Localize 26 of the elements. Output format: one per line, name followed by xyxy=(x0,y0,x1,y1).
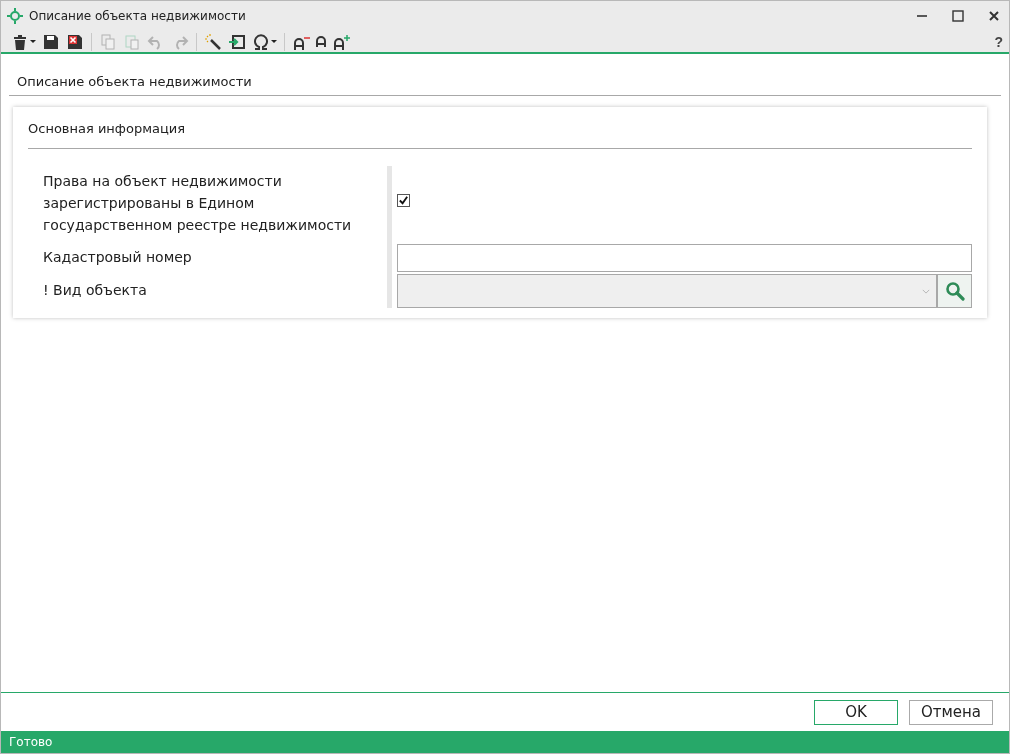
omega-icon xyxy=(252,32,270,51)
maximize-icon xyxy=(952,10,964,22)
paste-icon xyxy=(123,32,141,51)
search-icon xyxy=(944,281,965,301)
crosshair-logo-icon xyxy=(7,8,23,24)
checkbox[interactable] xyxy=(397,193,410,207)
magic-wand-icon xyxy=(204,32,222,51)
window-title: Описание объекта недвижимости xyxy=(29,9,246,23)
chevron-down-icon xyxy=(922,288,930,294)
minimize-icon xyxy=(916,15,928,17)
letter-icon xyxy=(316,35,326,48)
field-label: Кадастровый номер xyxy=(28,242,392,274)
trash-icon xyxy=(11,32,29,51)
field-label: ! Вид объекта xyxy=(28,274,392,308)
ok-button[interactable]: OK xyxy=(814,699,898,725)
floppy-disk-cross-icon xyxy=(66,32,84,51)
search-button[interactable] xyxy=(937,274,972,308)
field-label: Права на объект недвижимости зарегистрированы в Едином государственном реестре недвижимости xyxy=(28,166,392,242)
text-field[interactable] xyxy=(397,244,972,272)
status-bar: Готово xyxy=(1,731,1009,753)
cancel-button[interactable]: Отмена xyxy=(909,699,993,725)
close-icon xyxy=(988,10,1000,22)
section-title: Основная информация xyxy=(28,121,972,149)
copy-icon xyxy=(99,32,117,51)
page-title: Описание объекта недвижимости xyxy=(9,74,1001,96)
help-button[interactable]: ? xyxy=(988,33,1009,50)
